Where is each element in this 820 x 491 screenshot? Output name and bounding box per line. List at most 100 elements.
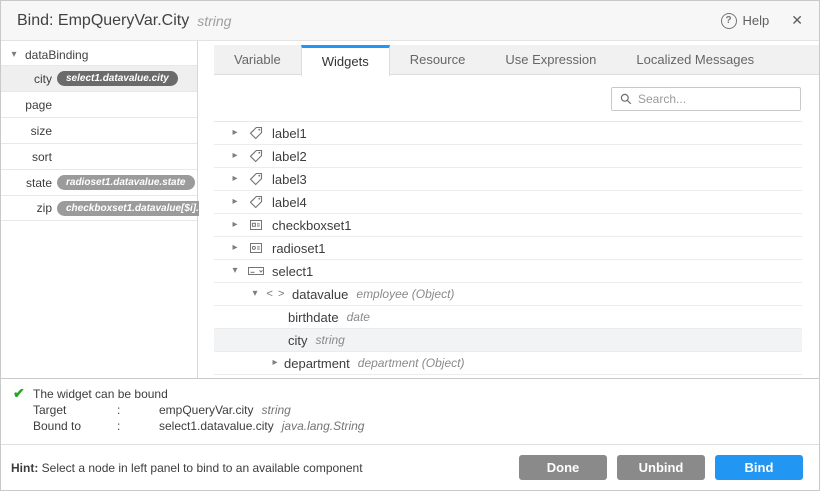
status-message: The widget can be bound	[33, 387, 168, 401]
bind-status-panel: ✔ The widget can be bound Target : empQu…	[1, 378, 819, 444]
tree-node-label: select1	[272, 264, 313, 279]
done-button[interactable]: Done	[519, 455, 607, 480]
tree-node-label: datavalue	[292, 287, 348, 302]
tree-node-label: label3	[272, 172, 307, 187]
tree-node-label: label2	[272, 149, 307, 164]
tree-node-label: city	[288, 333, 308, 348]
binding-row-city[interactable]: city select1.datavalue.city	[1, 65, 197, 91]
search-icon	[620, 93, 632, 105]
hint-body: Select a node in left panel to bind to a…	[38, 461, 362, 475]
binding-badge: checkboxset1.datavalue[$i].zip	[57, 201, 222, 216]
chevron-down-icon[interactable]: ▾	[9, 50, 19, 60]
tab-bar: Variable Widgets Resource Use Expression…	[214, 45, 819, 75]
tree-row-label1[interactable]: ▸ label1	[214, 122, 802, 145]
binding-root-node[interactable]: ▾ dataBinding	[1, 45, 197, 65]
close-icon[interactable]: ✕	[791, 12, 803, 29]
binding-name: size	[1, 124, 52, 138]
tree-node-type: string	[316, 333, 345, 347]
chevron-down-icon[interactable]: ▾	[250, 289, 260, 299]
tab-use-expression[interactable]: Use Expression	[485, 45, 616, 75]
chevron-right-icon[interactable]: ▸	[230, 197, 240, 207]
unbind-button[interactable]: Unbind	[617, 455, 705, 480]
bind-dialog: Bind: EmpQueryVar.City string ? Help ✕ ▾…	[0, 0, 820, 491]
tag-icon	[248, 126, 264, 140]
status-boundto-row: Bound to : select1.datavalue.city java.l…	[33, 418, 807, 434]
status-separator: :	[117, 402, 159, 418]
tag-icon	[248, 195, 264, 209]
dialog-header: Bind: EmpQueryVar.City string ? Help ✕	[1, 1, 819, 41]
tree-row-checkboxset1[interactable]: ▸ checkboxset1	[214, 214, 802, 237]
widget-tree: ▸ label1 ▸ label2 ▸ label3	[214, 121, 802, 375]
tree-row-label4[interactable]: ▸ label4	[214, 191, 802, 214]
binding-row-sort[interactable]: sort	[1, 143, 197, 169]
binding-name: zip	[1, 201, 52, 215]
status-key: Bound to	[33, 418, 117, 434]
chevron-right-icon[interactable]: ▸	[230, 128, 240, 138]
chevron-right-icon[interactable]: ▸	[270, 358, 280, 368]
tab-variable[interactable]: Variable	[214, 45, 301, 75]
bind-source-panel: Variable Widgets Resource Use Expression…	[199, 41, 819, 378]
tree-node-type: department (Object)	[358, 356, 465, 370]
chevron-right-icon[interactable]: ▸	[230, 174, 240, 184]
hint-text: Hint: Select a node in left panel to bin…	[11, 461, 509, 475]
chevron-right-icon[interactable]: ▸	[230, 243, 240, 253]
status-value-type: java.lang.String	[282, 418, 365, 434]
tree-row-city[interactable]: city string	[214, 329, 802, 352]
binding-name: city	[1, 72, 52, 86]
binding-row-size[interactable]: size	[1, 117, 197, 143]
help-icon: ?	[721, 13, 737, 29]
hint-label: Hint:	[11, 461, 38, 475]
tree-row-datavalue[interactable]: ▾ < > datavalue employee (Object)	[214, 283, 802, 306]
dialog-title: Bind: EmpQueryVar.City	[17, 12, 189, 30]
tab-resource[interactable]: Resource	[390, 45, 486, 75]
search-box[interactable]	[611, 87, 801, 111]
tab-widgets[interactable]: Widgets	[301, 45, 390, 76]
binding-row-zip[interactable]: zip checkboxset1.datavalue[$i].zip	[1, 195, 197, 221]
status-value-type: string	[261, 402, 290, 418]
status-value: select1.datavalue.city	[159, 418, 274, 434]
select-icon	[248, 264, 264, 278]
tree-row-radioset1[interactable]: ▸ radioset1	[214, 237, 802, 260]
tree-node-label: birthdate	[288, 310, 339, 325]
tree-node-label: label1	[272, 126, 307, 141]
chevron-down-icon[interactable]: ▾	[230, 266, 240, 276]
status-value: empQueryVar.city	[159, 402, 253, 418]
dialog-title-type: string	[197, 13, 231, 29]
status-target-row: Target : empQueryVar.city string	[33, 402, 807, 418]
tag-icon	[248, 149, 264, 163]
tag-icon	[248, 172, 264, 186]
checkboxset-icon	[248, 218, 264, 232]
binding-root-label: dataBinding	[25, 48, 88, 62]
tree-node-label: radioset1	[272, 241, 325, 256]
binding-row-state[interactable]: state radioset1.datavalue.state	[1, 169, 197, 195]
tree-node-type: employee (Object)	[356, 287, 454, 301]
tree-row-label3[interactable]: ▸ label3	[214, 168, 802, 191]
chevron-right-icon[interactable]: ▸	[230, 151, 240, 161]
tree-node-label: checkboxset1	[272, 218, 352, 233]
binding-row-page[interactable]: page	[1, 91, 197, 117]
help-label: Help	[743, 13, 770, 28]
binding-badge: select1.datavalue.city	[57, 71, 178, 86]
tree-node-type: date	[347, 310, 370, 324]
tree-node-label: department	[284, 356, 350, 371]
help-button[interactable]: ? Help	[721, 13, 770, 29]
radioset-icon	[248, 241, 264, 255]
code-icon: < >	[268, 288, 284, 300]
tree-row-birthdate[interactable]: birthdate date	[214, 306, 802, 329]
binding-tree-panel: ▾ dataBinding city select1.datavalue.cit…	[1, 41, 198, 378]
tree-node-label: label4	[272, 195, 307, 210]
tree-row-select1[interactable]: ▾ select1	[214, 260, 802, 283]
search-input[interactable]	[638, 92, 793, 106]
bind-button[interactable]: Bind	[715, 455, 803, 480]
binding-name: state	[1, 176, 52, 190]
status-key: Target	[33, 402, 117, 418]
binding-badge: radioset1.datavalue.state	[57, 175, 195, 190]
status-separator: :	[117, 418, 159, 434]
tree-row-department[interactable]: ▸ department department (Object)	[214, 352, 802, 375]
chevron-right-icon[interactable]: ▸	[230, 220, 240, 230]
tab-localized-messages[interactable]: Localized Messages	[616, 45, 774, 75]
binding-name: page	[1, 98, 52, 112]
tree-row-label2[interactable]: ▸ label2	[214, 145, 802, 168]
binding-name: sort	[1, 150, 52, 164]
dialog-footer: Hint: Select a node in left panel to bin…	[1, 444, 819, 490]
